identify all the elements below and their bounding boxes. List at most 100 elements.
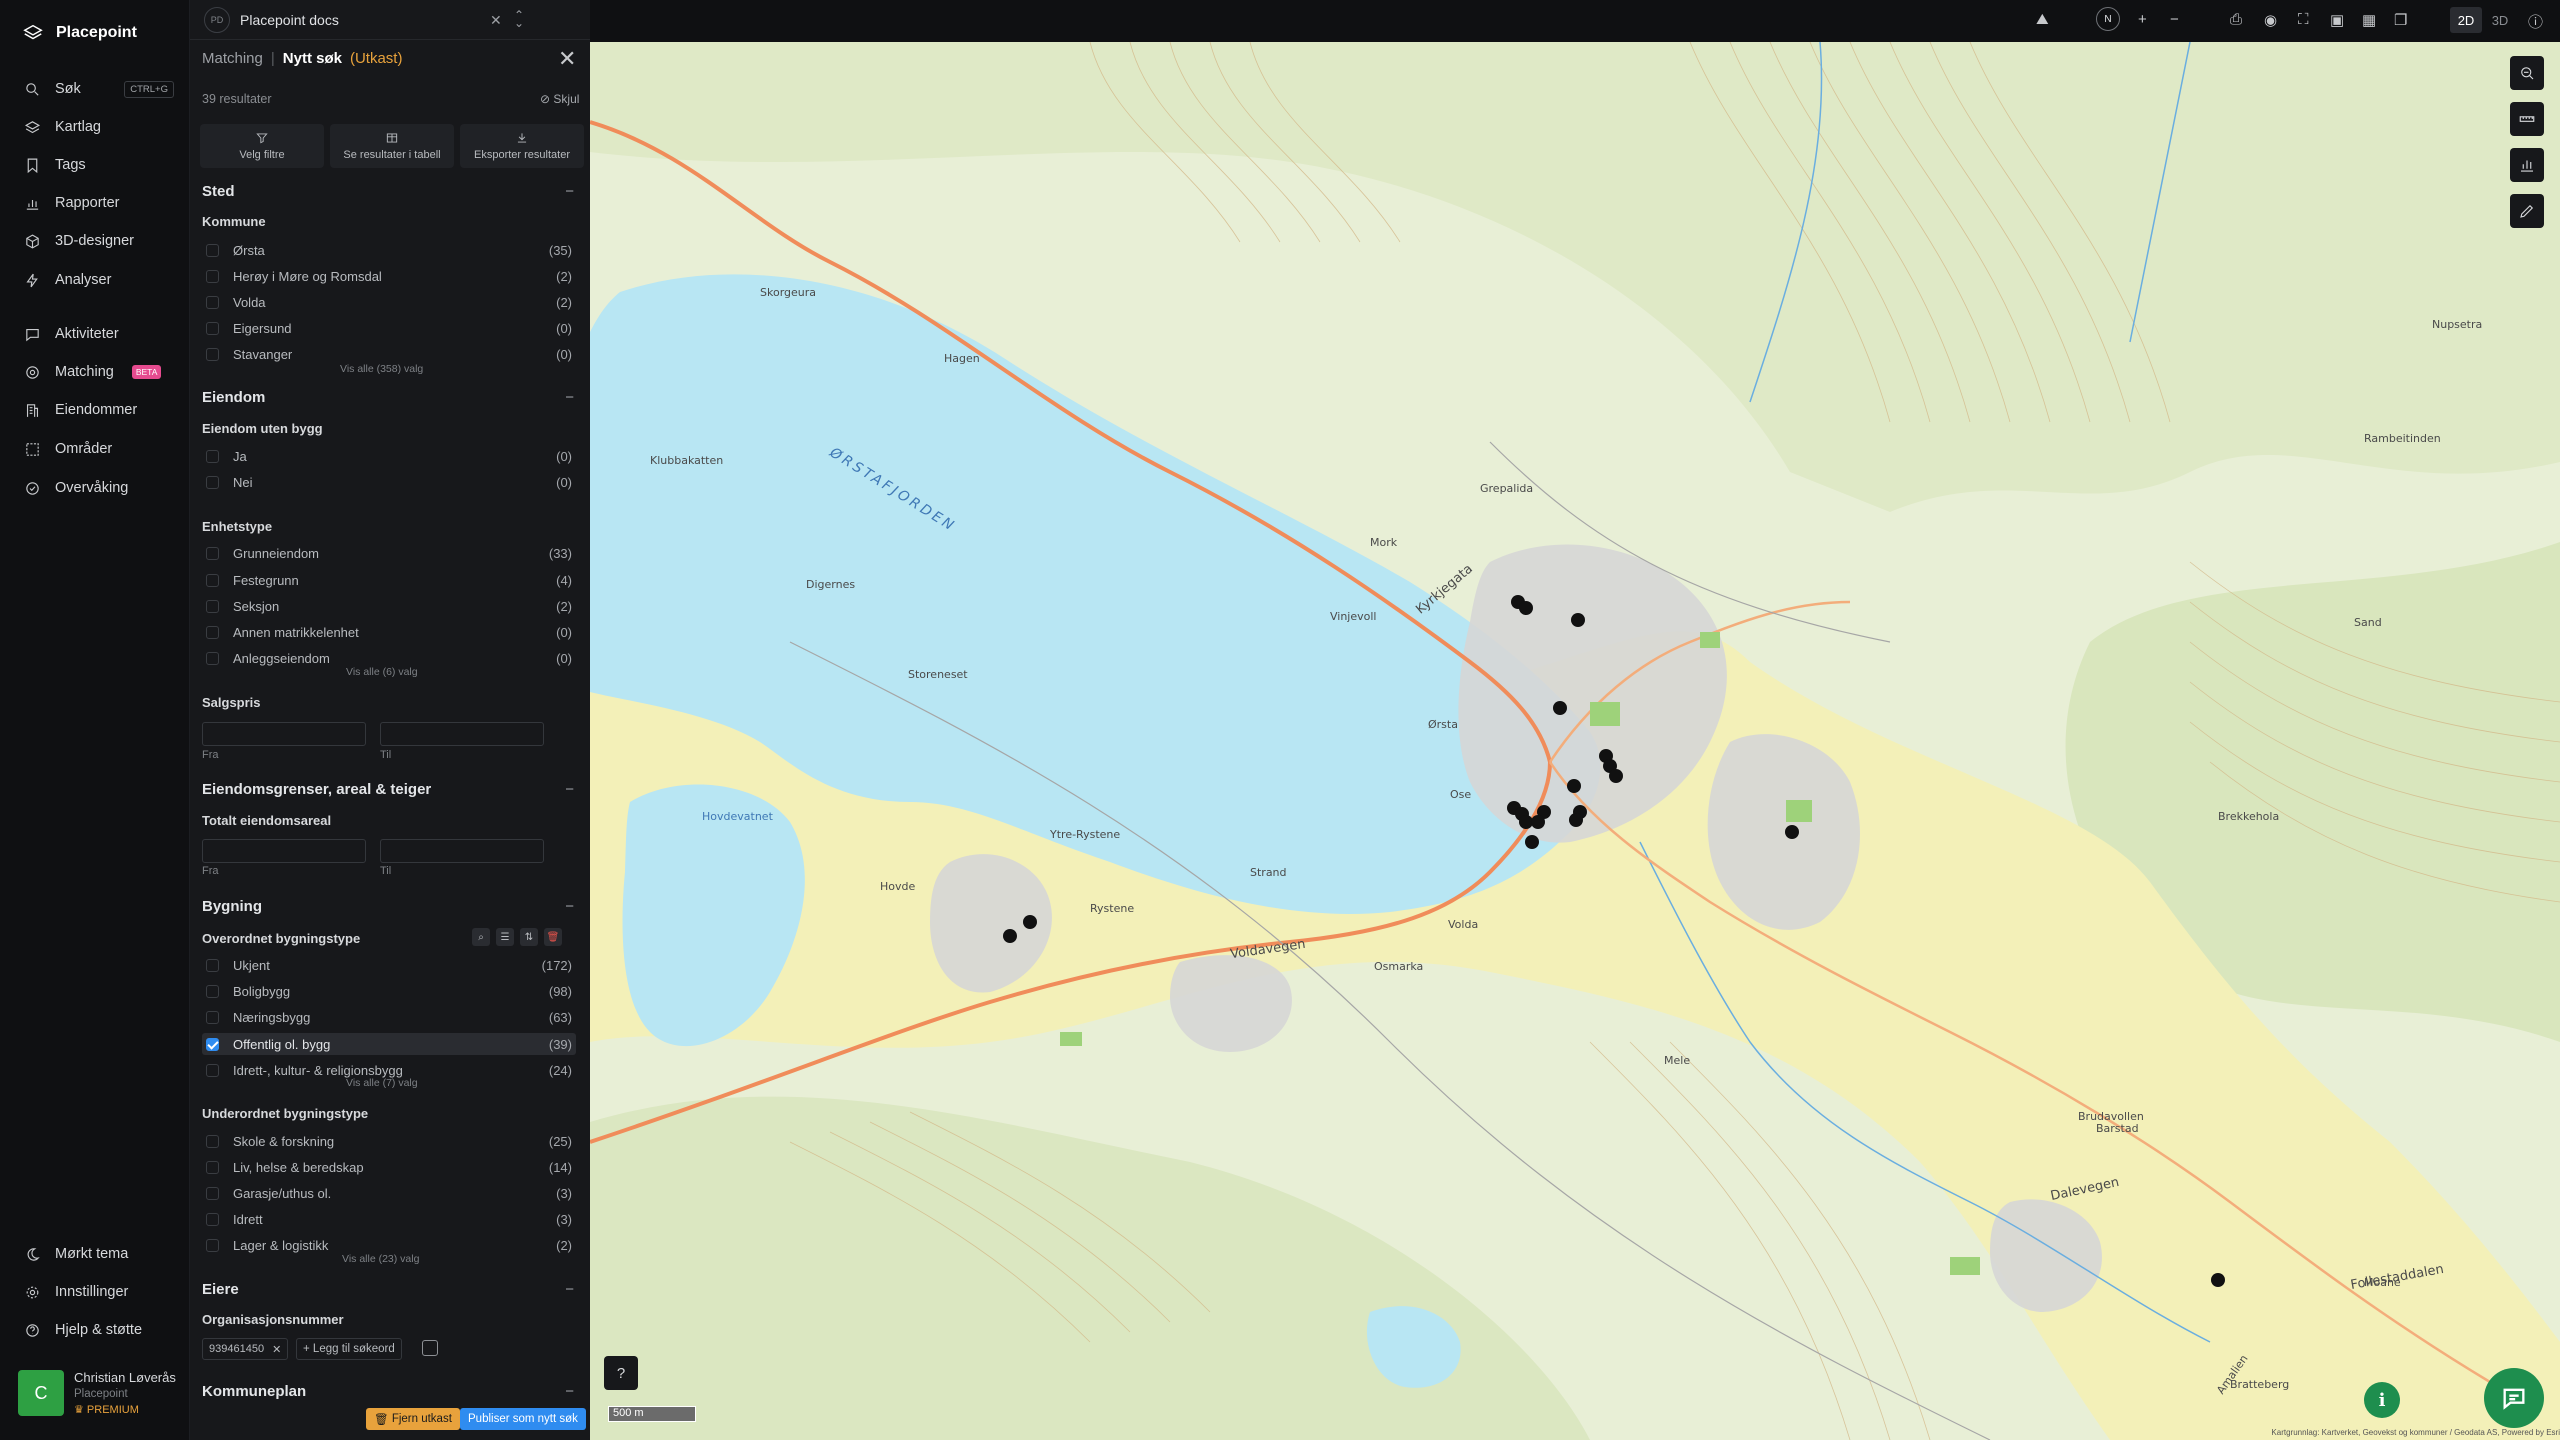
breadcrumb[interactable]: Matching bbox=[202, 50, 263, 67]
nav-item-dark-theme[interactable]: Mørkt tema bbox=[24, 1242, 174, 1266]
checkbox-checked[interactable] bbox=[206, 1037, 219, 1051]
statistics-button[interactable] bbox=[2510, 148, 2544, 182]
nav-item-settings[interactable]: Innstillinger bbox=[24, 1280, 174, 1304]
grid-icon[interactable]: ▦ bbox=[2362, 11, 2376, 29]
close-tab-icon[interactable]: ✕ bbox=[490, 12, 502, 29]
enhetstype-option[interactable]: Festegrunn (4) bbox=[202, 569, 576, 591]
show-all-link[interactable]: Vis alle (7) valg bbox=[346, 1077, 418, 1089]
underordnet-option[interactable]: Garasje/uthus ol. (3) bbox=[202, 1182, 576, 1204]
eye-icon[interactable]: ◉ bbox=[2264, 11, 2277, 29]
collapse-icon[interactable]: − bbox=[565, 389, 574, 406]
nav-item-kartlag[interactable]: Kartlag bbox=[24, 115, 174, 139]
org-number-chip[interactable]: 939461450 ✕ bbox=[202, 1338, 289, 1360]
checkbox[interactable] bbox=[206, 1134, 219, 1148]
underordnet-option[interactable]: Skole & forskning (25) bbox=[202, 1130, 576, 1152]
nav-item-overvaking[interactable]: Overvåking bbox=[24, 476, 174, 500]
brand[interactable]: Placepoint bbox=[22, 22, 137, 44]
kommune-option[interactable]: Eigersund (0) bbox=[202, 317, 576, 339]
nav-item-help[interactable]: Hjelp & støtte bbox=[24, 1318, 174, 1342]
overordnet-option-selected[interactable]: Offentlig ol. bygg (39) bbox=[202, 1033, 576, 1055]
checkbox[interactable] bbox=[206, 269, 219, 283]
map-help-button[interactable]: ? bbox=[604, 1356, 638, 1390]
map-canvas[interactable]: ØRSTAFJORDEN Ørsta Volda Voldavegen Dale… bbox=[590, 42, 2560, 1440]
checkbox[interactable] bbox=[206, 1238, 219, 1252]
underordnet-option[interactable]: Idrett (3) bbox=[202, 1208, 576, 1230]
close-icon[interactable]: ✕ bbox=[272, 1343, 281, 1356]
measure-button[interactable] bbox=[2510, 102, 2544, 136]
section-bygning[interactable]: Bygning − bbox=[202, 898, 578, 915]
info-icon[interactable]: ⓘ bbox=[2528, 11, 2543, 32]
checkbox[interactable] bbox=[206, 475, 219, 489]
nav-item-eiendommer[interactable]: Eiendommer bbox=[24, 398, 174, 422]
user-card[interactable]: C Christian Løverås Placepoint ♛ PREMIUM bbox=[18, 1370, 176, 1416]
overordnet-option[interactable]: Boligbygg (98) bbox=[202, 980, 576, 1002]
collapse-icon[interactable]: − bbox=[565, 898, 574, 915]
copy-icon[interactable] bbox=[422, 1340, 438, 1356]
print-icon[interactable]: ⎙ bbox=[2230, 11, 2242, 28]
list-icon[interactable]: ☰ bbox=[496, 928, 514, 946]
nav-item-matching[interactable]: Matching BETA bbox=[24, 360, 174, 384]
overordnet-option[interactable]: Næringsbygg (63) bbox=[202, 1006, 576, 1028]
checkbox[interactable] bbox=[206, 347, 219, 361]
areal-from-input[interactable] bbox=[202, 839, 366, 863]
camera-icon[interactable]: ▣ bbox=[2330, 11, 2344, 29]
nav-item-tags[interactable]: Tags bbox=[24, 153, 174, 177]
salgspris-from-input[interactable] bbox=[202, 722, 366, 746]
show-all-link[interactable]: Vis alle (358) valg bbox=[340, 363, 423, 375]
areal-to-input[interactable] bbox=[380, 839, 544, 863]
checkbox[interactable] bbox=[206, 1186, 219, 1200]
uten-bygg-option[interactable]: Nei (0) bbox=[202, 471, 576, 493]
trash-icon[interactable]: 🗑 bbox=[544, 928, 562, 946]
checkbox[interactable] bbox=[206, 546, 219, 560]
checkbox[interactable] bbox=[206, 1010, 219, 1024]
section-kommuneplan[interactable]: Kommuneplan − bbox=[202, 1383, 578, 1400]
enhetstype-option[interactable]: Annen matrikkelenhet (0) bbox=[202, 621, 576, 643]
zoom-in-icon[interactable]: + bbox=[2138, 11, 2147, 28]
chat-button[interactable] bbox=[2484, 1368, 2544, 1428]
select-filters-button[interactable]: Velg filtre bbox=[200, 124, 324, 168]
checkbox[interactable] bbox=[206, 1063, 219, 1077]
export-button[interactable]: Eksporter resultater bbox=[460, 124, 584, 168]
nav-item-analyser[interactable]: Analyser bbox=[24, 268, 174, 292]
nav-item-aktiviteter[interactable]: Aktiviteter bbox=[24, 322, 174, 346]
show-all-link[interactable]: Vis alle (6) valg bbox=[346, 666, 418, 678]
enhetstype-option[interactable]: Seksjon (2) bbox=[202, 595, 576, 617]
publish-button[interactable]: Publiser som nytt søk bbox=[460, 1408, 586, 1430]
checkbox[interactable] bbox=[206, 449, 219, 463]
bookmark-icon[interactable]: ❐ bbox=[2394, 11, 2407, 29]
compass-button[interactable]: N bbox=[2096, 7, 2120, 31]
collapse-icon[interactable]: − bbox=[565, 781, 574, 798]
checkbox[interactable] bbox=[206, 295, 219, 309]
checkbox[interactable] bbox=[206, 321, 219, 335]
kommune-option[interactable]: Stavanger (0) bbox=[202, 343, 576, 365]
section-eiere[interactable]: Eiere − bbox=[202, 1281, 578, 1298]
checkbox[interactable] bbox=[206, 651, 219, 665]
nav-item-rapporter[interactable]: Rapporter bbox=[24, 191, 174, 215]
checkbox[interactable] bbox=[206, 1212, 219, 1226]
checkbox[interactable] bbox=[206, 243, 219, 257]
section-eiendom[interactable]: Eiendom − bbox=[202, 389, 578, 406]
info-button[interactable]: i bbox=[2364, 1382, 2400, 1418]
close-panel-icon[interactable]: ✕ bbox=[558, 48, 576, 70]
checkbox[interactable] bbox=[206, 958, 219, 972]
show-all-link[interactable]: Vis alle (23) valg bbox=[342, 1253, 419, 1265]
fullscreen-icon[interactable]: ⛶ bbox=[2298, 11, 2309, 28]
table-view-button[interactable]: Se resultater i tabell bbox=[330, 124, 454, 168]
checkbox[interactable] bbox=[206, 599, 219, 613]
collapse-icon[interactable]: − bbox=[565, 1383, 574, 1400]
checkbox[interactable] bbox=[206, 1160, 219, 1174]
underordnet-option[interactable]: Liv, helse & beredskap (14) bbox=[202, 1156, 576, 1178]
chevron-updown-icon[interactable]: ⌃ ⌄ bbox=[514, 9, 524, 29]
section-sted[interactable]: Sted − bbox=[202, 183, 578, 200]
salgspris-to-input[interactable] bbox=[380, 722, 544, 746]
nav-item-3d-designer[interactable]: 3D-designer bbox=[24, 229, 174, 253]
enhetstype-option[interactable]: Grunneiendom (33) bbox=[202, 542, 576, 564]
draw-button[interactable] bbox=[2510, 194, 2544, 228]
mode-2d-toggle[interactable]: 2D bbox=[2450, 7, 2482, 33]
remove-draft-button[interactable]: 🗑 Fjern utkast bbox=[366, 1408, 460, 1430]
map-layers-button[interactable] bbox=[2510, 56, 2544, 90]
checkbox[interactable] bbox=[206, 984, 219, 998]
terrain-icon[interactable]: ⛰ bbox=[2036, 11, 2049, 28]
overordnet-option[interactable]: Ukjent (172) bbox=[202, 954, 576, 976]
section-eiendomsgrenser[interactable]: Eiendomsgrenser, areal & teiger − bbox=[202, 781, 578, 798]
